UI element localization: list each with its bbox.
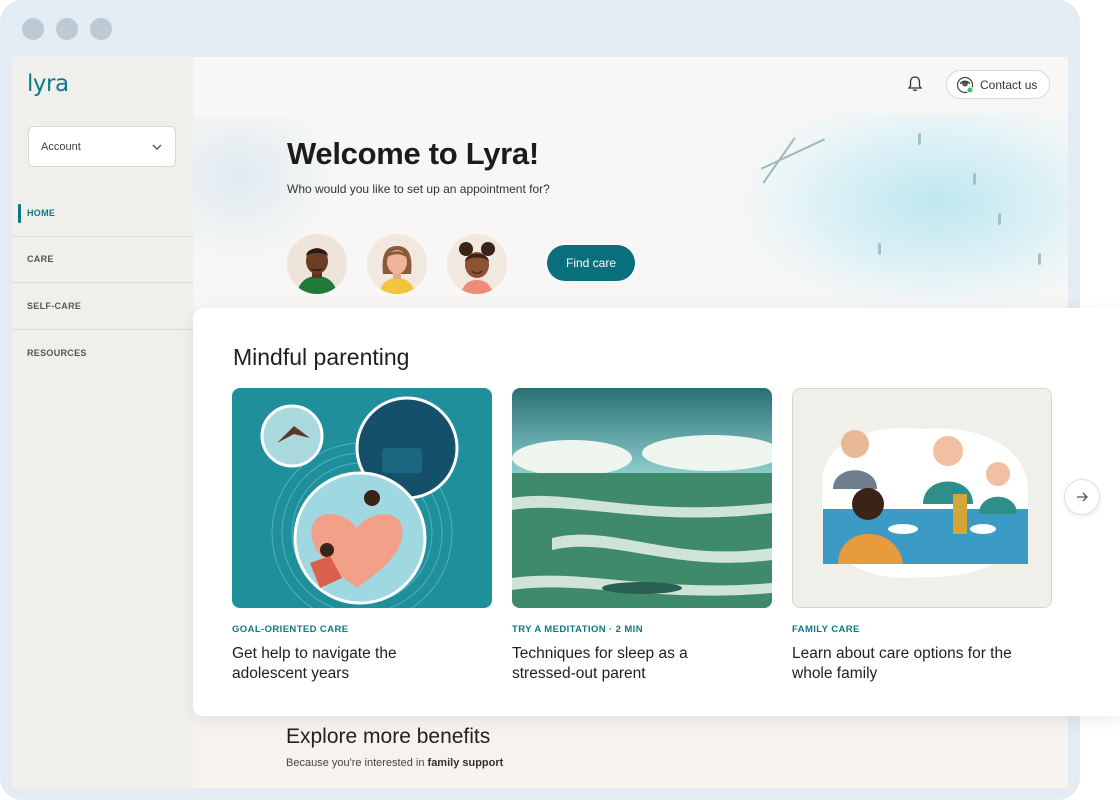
card-title[interactable]: Techniques for sleep as a stressed-out p…: [512, 644, 742, 684]
page-subtitle: Who would you like to set up an appointm…: [287, 182, 550, 196]
sidebar-item-resources[interactable]: RESOURCES: [12, 330, 193, 377]
sidebar-item-home[interactable]: HOME: [12, 190, 193, 237]
contact-us-label: Contact us: [980, 77, 1038, 92]
sidebar-item-label: SELF-CARE: [27, 300, 82, 311]
card-title[interactable]: Learn about care options for the whole f…: [792, 644, 1022, 684]
explore-subtitle-emphasis[interactable]: family support: [428, 757, 504, 769]
sidebar-nav: HOME CARE SELF-CARE RESOURCES: [12, 190, 193, 376]
window-controls: [22, 18, 112, 40]
hero-section: Contact us Welcome to Lyra! Who would yo…: [193, 57, 1068, 308]
lyra-logo[interactable]: lyra: [27, 71, 69, 97]
contact-us-button[interactable]: Contact us: [946, 70, 1050, 99]
find-care-button[interactable]: Find care: [547, 245, 635, 281]
adult-woman-avatar[interactable]: [367, 234, 427, 294]
card-image-meditation: [512, 388, 772, 608]
content-card-adolescent[interactable]: GOAL-ORIENTED CARE Get help to navigate …: [232, 388, 492, 684]
panel-title: Mindful parenting: [233, 344, 410, 370]
window-dot-maximize[interactable]: [90, 18, 112, 40]
arrow-right-icon: [1077, 492, 1088, 502]
card-tag: FAMILY CARE: [792, 624, 860, 635]
sidebar-item-label: CARE: [27, 254, 54, 265]
card-tag: TRY A MEDITATION · 2 MIN: [512, 624, 643, 635]
child-avatar[interactable]: [447, 234, 507, 294]
bell-icon[interactable]: [905, 74, 925, 94]
window-dot-close[interactable]: [22, 18, 44, 40]
sidebar-item-self-care[interactable]: SELF-CARE: [12, 283, 193, 330]
headset-icon: [956, 76, 974, 93]
explore-subtitle-prefix: Because you're interested in: [286, 757, 428, 769]
explore-title: Explore more benefits: [286, 725, 491, 748]
sidebar-item-care[interactable]: CARE: [12, 237, 193, 283]
account-label: Account: [41, 140, 81, 153]
page-title: Welcome to Lyra!: [287, 136, 539, 171]
content-card-meditation[interactable]: TRY A MEDITATION · 2 MIN Techniques for …: [512, 388, 772, 684]
sidebar-item-label: HOME: [27, 207, 56, 218]
chevron-down-icon: [152, 144, 162, 150]
content-card-family[interactable]: FAMILY CARE Learn about care options for…: [792, 388, 1052, 684]
explore-subtitle: Because you're interested in family supp…: [286, 757, 503, 769]
card-title[interactable]: Get help to navigate the adolescent year…: [232, 644, 462, 684]
hero-illustration: [738, 113, 1068, 308]
sidebar-item-label: RESOURCES: [27, 347, 87, 358]
mindful-parenting-panel: Mindful parenting GOAL-ORIENTED CARE Get…: [193, 308, 1120, 716]
card-image-adolescent: [232, 388, 492, 608]
sidebar: lyra Account HOME CARE SELF-CARE RESOURC…: [12, 57, 193, 788]
carousel-next-button[interactable]: [1064, 479, 1100, 515]
account-dropdown[interactable]: Account: [28, 126, 176, 167]
card-image-family: [792, 388, 1052, 608]
adult-man-avatar[interactable]: [287, 234, 347, 294]
card-tag: GOAL-ORIENTED CARE: [232, 624, 349, 635]
window-dot-minimize[interactable]: [56, 18, 78, 40]
